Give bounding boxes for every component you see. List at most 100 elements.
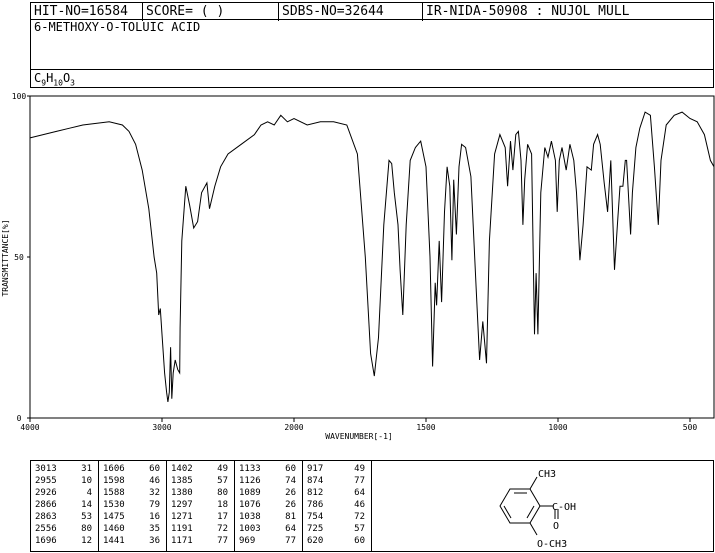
peak-transmittance: 17	[217, 512, 228, 522]
peak-wavenumber: 1191	[171, 524, 193, 534]
peak-row: 1588 32	[99, 487, 166, 499]
peak-transmittance: 79	[149, 500, 160, 510]
peak-row: 1402 49	[167, 463, 234, 475]
peak-wavenumber: 786	[307, 500, 324, 510]
peak-transmittance: 4	[86, 488, 92, 498]
peak-row: 874 77	[303, 475, 371, 487]
peak-row: 1385 57	[167, 475, 234, 487]
peak-transmittance: 14	[81, 500, 92, 510]
peak-wavenumber: 1297	[171, 500, 193, 510]
x-tick-label: 1000	[548, 423, 567, 432]
peak-row: 1271 17	[167, 511, 234, 523]
peak-transmittance: 49	[217, 464, 228, 474]
peak-wavenumber: 1402	[171, 464, 193, 474]
peak-transmittance: 81	[285, 512, 296, 522]
peak-transmittance: 57	[217, 476, 228, 486]
methoxy-group-label: O-CH3	[537, 539, 567, 550]
peak-wavenumber: 2556	[35, 524, 57, 534]
peak-table: 3013 31 2955 10 2926 4 2866 14 2863 53 2556 80 1696 1…	[30, 460, 372, 552]
x-axis-label: WAVENUMBER[-1]	[325, 432, 392, 441]
peak-wavenumber: 1475	[103, 512, 125, 522]
peak-wavenumber: 1089	[239, 488, 261, 498]
spectrum-line	[29, 111, 715, 402]
peak-transmittance: 64	[354, 488, 365, 498]
peak-transmittance: 60	[354, 536, 365, 546]
peak-row: 725 57	[303, 523, 371, 535]
y-tick-label: 100	[12, 92, 27, 101]
peak-row: 917 49	[303, 463, 371, 475]
peak-row: 1530 79	[99, 499, 166, 511]
peak-wavenumber: 754	[307, 512, 324, 522]
peak-transmittance: 60	[285, 464, 296, 474]
peak-row: 1297 18	[167, 499, 234, 511]
peak-transmittance: 72	[217, 524, 228, 534]
peak-transmittance: 26	[285, 488, 296, 498]
peak-wavenumber: 1385	[171, 476, 193, 486]
peak-transmittance: 49	[354, 464, 365, 474]
peak-row: 1126 74	[235, 475, 302, 487]
molecular-structure: CH3 C-OH O O-CH3	[499, 469, 576, 550]
peak-wavenumber: 1606	[103, 464, 125, 474]
peak-transmittance: 80	[217, 488, 228, 498]
peak-transmittance: 10	[81, 476, 92, 486]
peak-transmittance: 57	[354, 524, 365, 534]
x-tick-label: 1500	[416, 423, 435, 432]
peak-wavenumber: 1076	[239, 500, 261, 510]
peak-transmittance: 35	[149, 524, 160, 534]
peak-row: 2866 14	[31, 499, 98, 511]
y-tick-label: 50	[14, 253, 24, 262]
peak-column: 917 49 874 77 812 64 786 46 754 72 725 57 620 60	[303, 461, 371, 551]
peak-transmittance: 46	[149, 476, 160, 486]
peak-transmittance: 60	[149, 464, 160, 474]
peak-transmittance: 26	[285, 500, 296, 510]
peak-transmittance: 64	[285, 524, 296, 534]
peak-wavenumber: 1696	[35, 536, 57, 546]
peak-transmittance: 31	[81, 464, 92, 474]
peak-wavenumber: 1460	[103, 524, 125, 534]
peak-wavenumber: 2926	[35, 488, 57, 498]
peak-transmittance: 77	[285, 536, 296, 546]
peak-wavenumber: 1171	[171, 536, 193, 546]
peak-row: 1598 46	[99, 475, 166, 487]
peak-row: 1089 26	[235, 487, 302, 499]
peak-wavenumber: 1271	[171, 512, 193, 522]
peak-row: 1133 60	[235, 463, 302, 475]
peak-transmittance: 77	[354, 476, 365, 486]
peak-wavenumber: 3013	[35, 464, 57, 474]
peak-transmittance: 32	[149, 488, 160, 498]
peak-row: 1441 36	[99, 535, 166, 547]
peak-transmittance: 18	[217, 500, 228, 510]
peak-wavenumber: 917	[307, 464, 324, 474]
peak-row: 1606 60	[99, 463, 166, 475]
peak-row: 1003 64	[235, 523, 302, 535]
peak-wavenumber: 1126	[239, 476, 261, 486]
peak-wavenumber: 969	[239, 536, 256, 546]
peak-transmittance: 80	[81, 524, 92, 534]
peak-wavenumber: 1038	[239, 512, 261, 522]
peak-transmittance: 74	[285, 476, 296, 486]
peak-wavenumber: 620	[307, 536, 324, 546]
peak-wavenumber: 2866	[35, 500, 57, 510]
peak-wavenumber: 1598	[103, 476, 125, 486]
peak-transmittance: 16	[149, 512, 160, 522]
acid-group-label: C-OH	[552, 502, 576, 513]
carbonyl-oxygen-label: O	[553, 521, 559, 532]
peak-row: 2863 53	[31, 511, 98, 523]
peak-row: 620 60	[303, 535, 371, 547]
peak-column: 1402 49 1385 57 1380 80 1297 18 1271 17 1191 72 1171…	[167, 461, 235, 551]
peak-transmittance: 77	[217, 536, 228, 546]
peak-wavenumber: 1380	[171, 488, 193, 498]
peak-row: 2556 80	[31, 523, 98, 535]
peak-row: 2955 10	[31, 475, 98, 487]
peak-wavenumber: 1530	[103, 500, 125, 510]
peak-row: 1191 72	[167, 523, 234, 535]
peak-row: 969 77	[235, 535, 302, 547]
peak-row: 1076 26	[235, 499, 302, 511]
peak-row: 3013 31	[31, 463, 98, 475]
peak-transmittance: 12	[81, 536, 92, 546]
peak-wavenumber: 2955	[35, 476, 57, 486]
peak-row: 1380 80	[167, 487, 234, 499]
peak-wavenumber: 874	[307, 476, 324, 486]
peak-transmittance: 72	[354, 512, 365, 522]
peak-row: 1460 35	[99, 523, 166, 535]
